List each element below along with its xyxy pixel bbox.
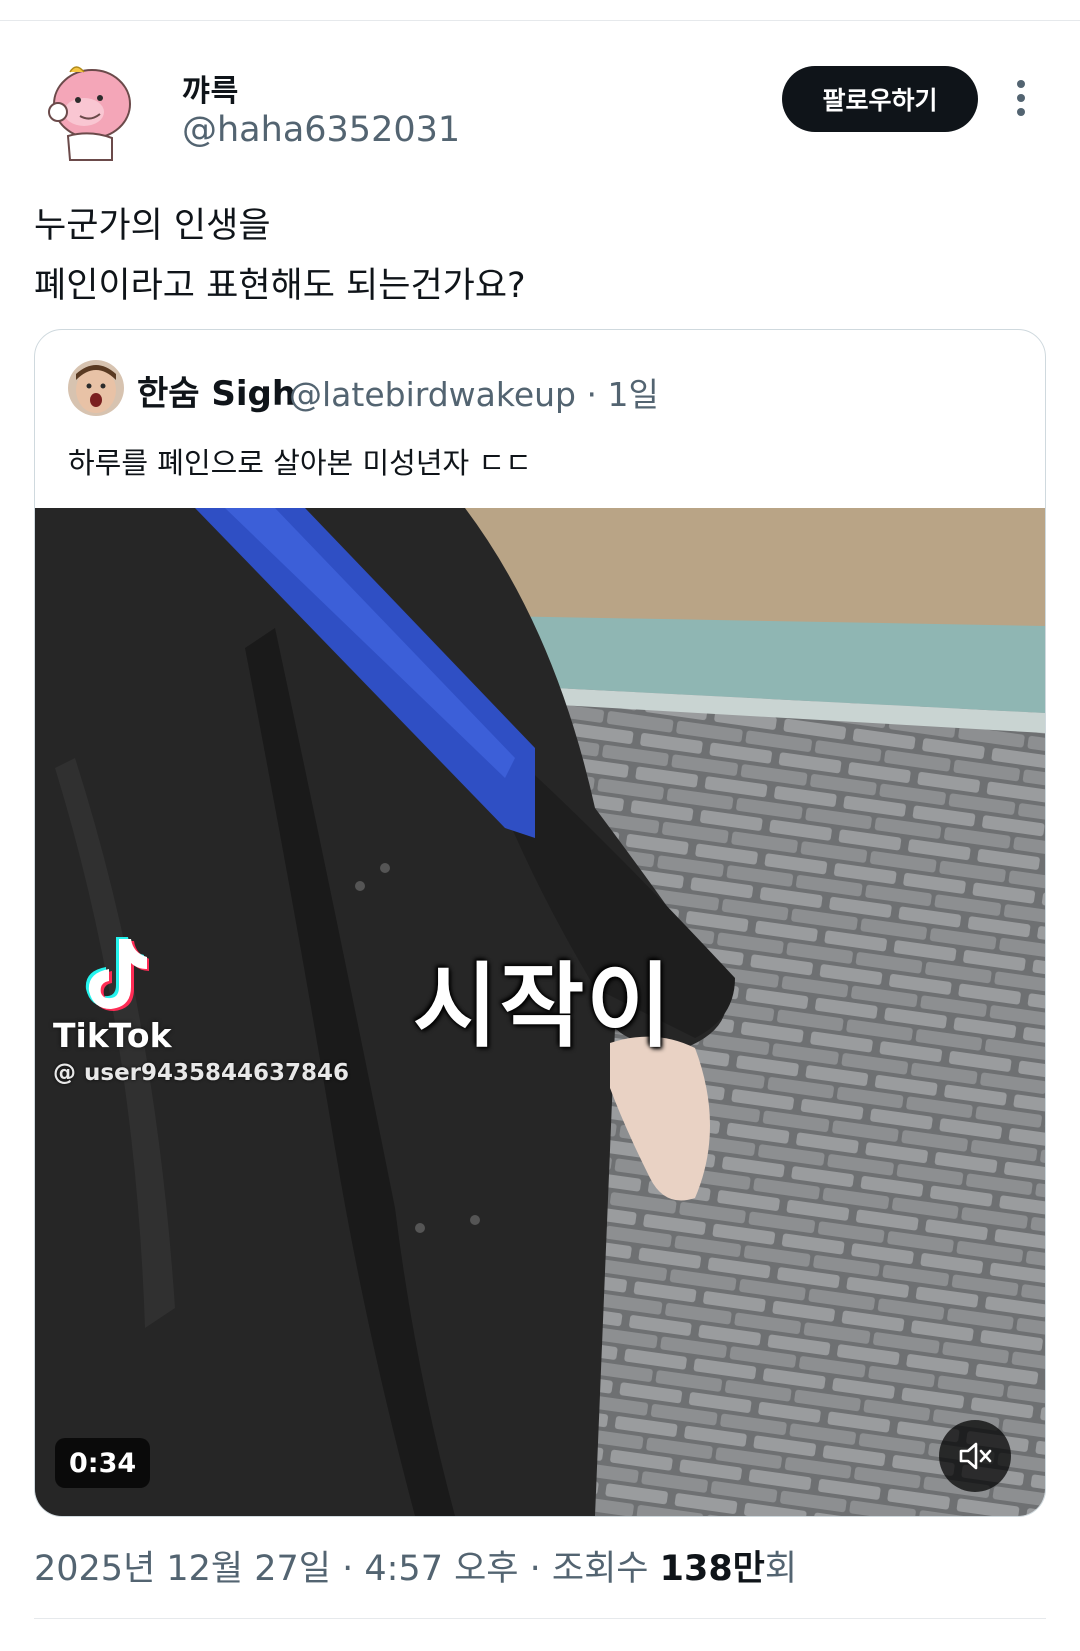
tiktok-watermark-name: TikTok xyxy=(53,1016,172,1055)
video-player[interactable]: TikTok @ user9435844637846 시작이 0:34 xyxy=(35,508,1045,1516)
author-handle[interactable]: @haha6352031 xyxy=(182,110,460,150)
quoted-author-handle-time[interactable]: @latebirdwakeup · 1일 xyxy=(289,368,659,416)
top-divider xyxy=(0,20,1080,21)
view-count-suffix: 회 xyxy=(764,1549,798,1589)
mute-button[interactable] xyxy=(939,1420,1011,1492)
speaker-muted-icon xyxy=(959,1442,992,1470)
more-vertical-icon[interactable] xyxy=(1010,80,1032,120)
author-display-name[interactable]: 꺄륵 xyxy=(182,66,239,110)
quoted-tweet-text: 하루를 폐인으로 살아본 미성년자 ㄷㄷ xyxy=(68,446,532,480)
video-caption: 시작이 xyxy=(413,953,673,1060)
view-count: 138만 xyxy=(659,1549,765,1589)
tweet-text-line: 누군가의 인생을 xyxy=(34,206,271,246)
bottom-divider xyxy=(34,1618,1046,1619)
tweet-text: 누군가의 인생을 폐인이라고 표현해도 되는건가요? xyxy=(34,196,526,316)
tiktok-logo-icon xyxy=(85,937,149,1011)
author-avatar[interactable] xyxy=(40,60,140,164)
tweet-text-line: 폐인이라고 표현해도 되는건가요? xyxy=(34,266,526,306)
quoted-tweet-card[interactable]: 한숨 Sigh @latebirdwakeup · 1일 하루를 폐인으로 살아… xyxy=(34,329,1046,1517)
quoted-author-avatar xyxy=(68,360,124,416)
video-duration-badge: 0:34 xyxy=(55,1438,151,1488)
tweet-meta: 2025년 12월 27일 · 4:57 오후 · 조회수 138만회 xyxy=(34,1540,797,1591)
quoted-author-display-name[interactable]: 한숨 Sigh xyxy=(137,366,296,415)
follow-button[interactable]: 팔로우하기 xyxy=(782,66,978,132)
tweet-datetime[interactable]: 2025년 12월 27일 · 4:57 오후 · 조회수 xyxy=(34,1549,648,1589)
tiktok-watermark-user: @ user9435844637846 xyxy=(53,1060,350,1086)
